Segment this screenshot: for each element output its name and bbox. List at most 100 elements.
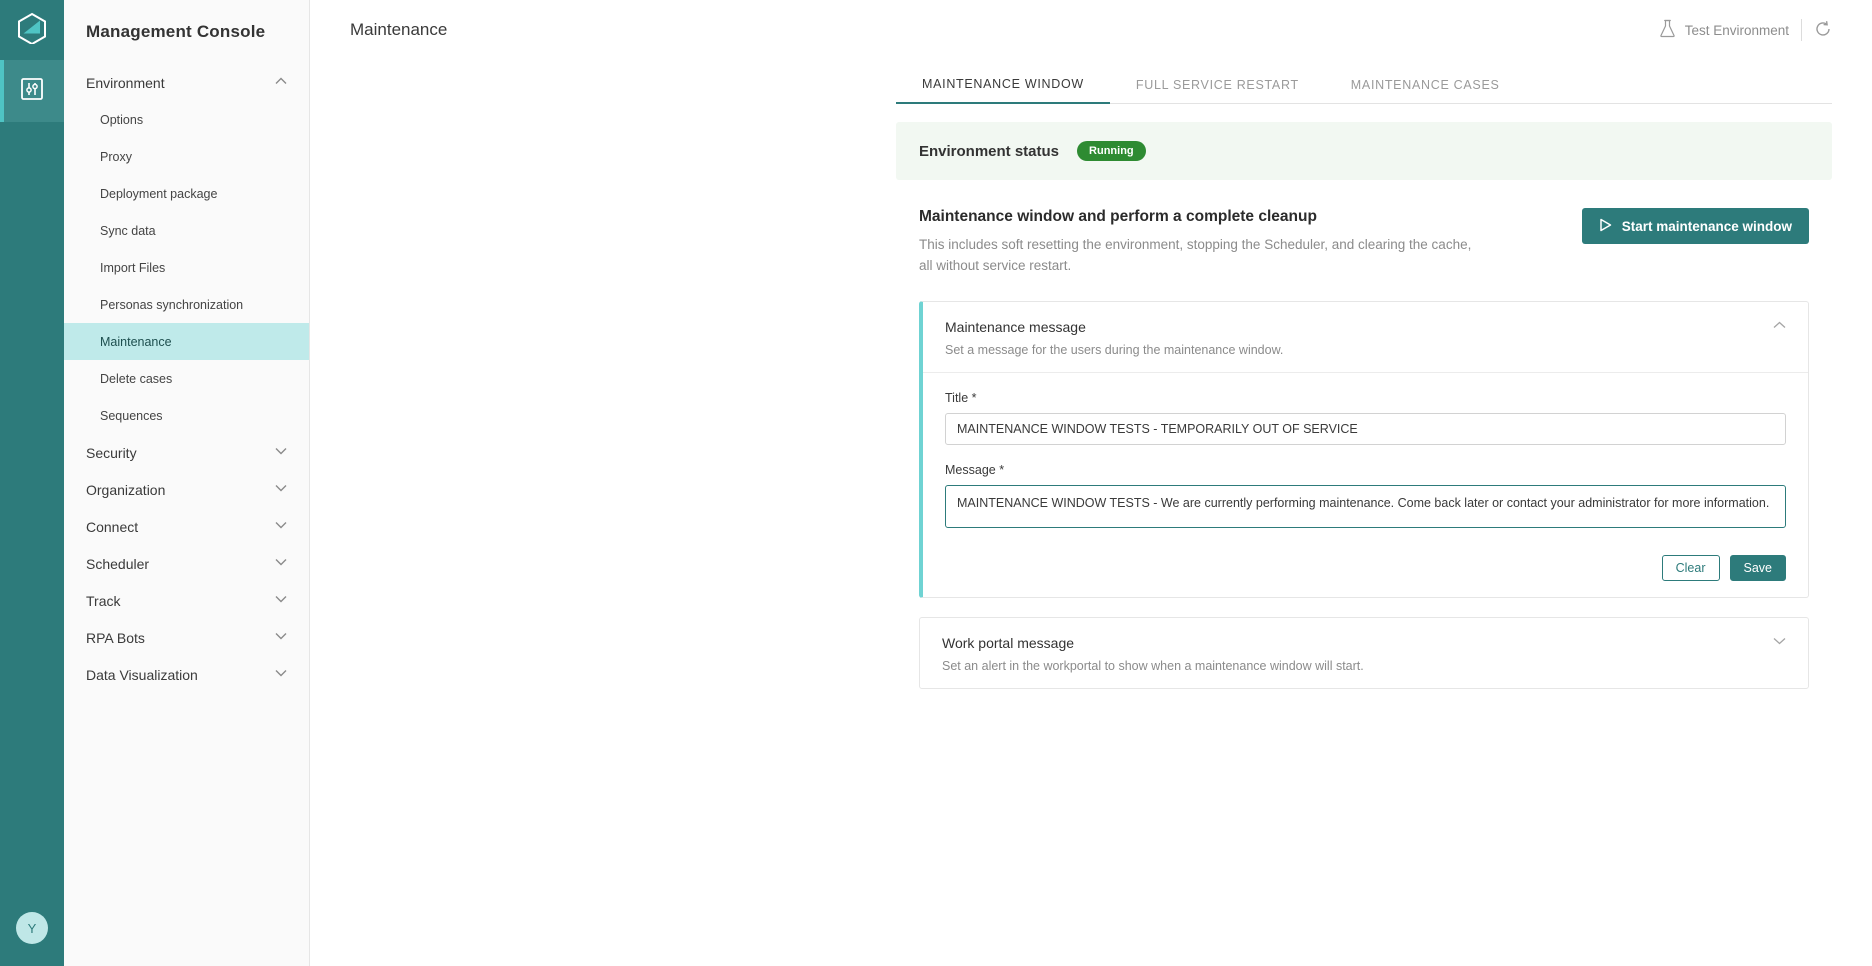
tab-maintenance-cases[interactable]: MAINTENANCE CASES — [1325, 78, 1526, 103]
chevron-down-icon — [275, 447, 287, 458]
sidebar: Management Console Environment Options P… — [64, 0, 310, 966]
tab-panel-maintenance-window: Environment status Running Maintenance w… — [896, 122, 1832, 689]
title-field-group: Title * — [945, 391, 1786, 445]
maintenance-message-form: Title * Message * Clear Save — [945, 373, 1786, 581]
main-content: Maintenance Test Environment MAINTENANCE… — [310, 0, 1872, 966]
sidebar-group-scheduler[interactable]: Scheduler — [64, 545, 309, 582]
sidebar-group-data-visualization[interactable]: Data Visualization — [64, 656, 309, 693]
sidebar-item-label: Maintenance — [100, 334, 172, 349]
refresh-button[interactable] — [1814, 20, 1832, 41]
sidebar-group-label: Data Visualization — [86, 666, 198, 683]
tab-bar: MAINTENANCE WINDOW FULL SERVICE RESTART … — [896, 66, 1832, 104]
maintenance-message-card-body: Title * Message * Clear Save — [923, 372, 1808, 597]
sidebar-item-proxy[interactable]: Proxy — [64, 138, 309, 175]
card-subtitle: Set a message for the users during the m… — [945, 343, 1284, 357]
chevron-up-icon[interactable] — [1773, 319, 1786, 331]
title-input[interactable] — [945, 413, 1786, 445]
section-description-line2: all without service restart. — [919, 258, 1072, 273]
sidebar-item-label: Sequences — [100, 408, 163, 423]
section-title: Maintenance window and perform a complet… — [919, 208, 1317, 225]
sidebar-group-label: Scheduler — [86, 555, 150, 572]
divider — [1801, 19, 1802, 41]
tab-maintenance-window[interactable]: MAINTENANCE WINDOW — [896, 77, 1110, 104]
play-icon — [1599, 218, 1612, 235]
tab-label: MAINTENANCE WINDOW — [922, 77, 1084, 91]
status-badge: Running — [1077, 141, 1146, 161]
sidebar-group-track[interactable]: Track — [64, 582, 309, 619]
maintenance-message-card-text: Maintenance message Set a message for th… — [945, 319, 1283, 357]
tab-label: FULL SERVICE RESTART — [1135, 78, 1299, 92]
sidebar-item-options[interactable]: Options — [64, 101, 309, 138]
environment-name: Test Environment — [1684, 22, 1789, 38]
work-portal-message-card: Work portal message Set an alert in the … — [919, 617, 1809, 689]
sidebar-item-label: Delete cases — [100, 371, 173, 386]
environment-status-label: Environment status — [919, 142, 1060, 160]
section-description: This includes soft resetting the environ… — [919, 234, 1471, 276]
top-bar: Maintenance Test Environment — [310, 0, 1872, 60]
start-maintenance-window-button[interactable]: Start maintenance window — [1581, 208, 1809, 244]
sidebar-item-label: Options — [100, 112, 144, 127]
environment-indicator: Test Environment — [1659, 19, 1832, 41]
sidebar-item-sequences[interactable]: Sequences — [64, 397, 309, 434]
chevron-down-icon — [275, 521, 287, 532]
sidebar-group-label: Track — [86, 592, 121, 609]
sidebar-nav: Environment Options Proxy Deployment pac… — [64, 64, 309, 693]
hexagon-logo-icon — [17, 12, 47, 49]
tab-full-service-restart[interactable]: FULL SERVICE RESTART — [1110, 78, 1325, 103]
sliders-icon — [19, 76, 45, 107]
sidebar-item-label: Proxy — [100, 149, 132, 164]
maintenance-message-card: Maintenance message Set a message for th… — [919, 301, 1809, 598]
start-button-label: Start maintenance window — [1621, 218, 1792, 234]
chevron-down-icon — [275, 669, 287, 680]
maintenance-message-actions: Clear Save — [945, 551, 1786, 581]
app-logo[interactable] — [0, 0, 64, 60]
sidebar-item-label: Sync data — [100, 223, 156, 238]
sidebar-group-security[interactable]: Security — [64, 434, 309, 471]
sidebar-group-label: Organization — [86, 481, 166, 498]
flask-icon — [1659, 19, 1676, 41]
sidebar-group-environment[interactable]: Environment — [64, 64, 309, 101]
tab-label: MAINTENANCE CASES — [1350, 78, 1500, 92]
card-subtitle: Set an alert in the workportal to show w… — [942, 659, 1364, 673]
environment-label-wrap[interactable]: Test Environment — [1659, 19, 1789, 41]
sidebar-group-organization[interactable]: Organization — [64, 471, 309, 508]
sidebar-item-delete-cases[interactable]: Delete cases — [64, 360, 309, 397]
work-portal-message-card-text: Work portal message Set an alert in the … — [942, 635, 1364, 673]
message-textarea[interactable] — [945, 485, 1786, 528]
rail-item-environment[interactable] — [0, 60, 64, 122]
chevron-down-icon — [275, 595, 287, 606]
card-title: Maintenance message — [945, 319, 1086, 335]
avatar-initial: Y — [27, 920, 37, 936]
environment-status-banner: Environment status Running — [896, 122, 1832, 180]
sidebar-item-import-files[interactable]: Import Files — [64, 249, 309, 286]
message-field-group: Message * — [945, 463, 1786, 533]
sidebar-item-label: Deployment package — [100, 186, 218, 201]
chevron-down-icon — [275, 484, 287, 495]
title-field-label: Title * — [945, 391, 977, 405]
section-text: Maintenance window and perform a complet… — [919, 208, 1471, 276]
clear-button[interactable]: Clear — [1661, 555, 1720, 581]
save-button[interactable]: Save — [1729, 555, 1786, 581]
sidebar-group-rpa-bots[interactable]: RPA Bots — [64, 619, 309, 656]
refresh-icon — [1814, 20, 1832, 41]
sidebar-group-connect[interactable]: Connect — [64, 508, 309, 545]
sidebar-item-maintenance[interactable]: Maintenance — [64, 323, 309, 360]
avatar[interactable]: Y — [16, 912, 48, 944]
maintenance-message-card-header[interactable]: Maintenance message Set a message for th… — [923, 302, 1808, 372]
sidebar-item-deployment-package[interactable]: Deployment package — [64, 175, 309, 212]
icon-rail: Y — [0, 0, 64, 966]
chevron-down-icon[interactable] — [1773, 635, 1786, 647]
sidebar-group-label: Environment — [86, 74, 165, 91]
chevron-up-icon — [275, 77, 287, 88]
sidebar-title: Management Console — [86, 22, 266, 41]
sidebar-item-label: Personas synchronization — [100, 297, 244, 312]
section-description-line1: This includes soft resetting the environ… — [919, 237, 1472, 252]
sidebar-item-label: Import Files — [100, 260, 166, 275]
sidebar-item-personas-synchronization[interactable]: Personas synchronization — [64, 286, 309, 323]
chevron-down-icon — [275, 632, 287, 643]
section-header: Maintenance window and perform a complet… — [896, 208, 1832, 276]
sidebar-item-sync-data[interactable]: Sync data — [64, 212, 309, 249]
page-title: Maintenance — [350, 20, 448, 39]
chevron-down-icon — [275, 558, 287, 569]
work-portal-message-card-header[interactable]: Work portal message Set an alert in the … — [920, 618, 1808, 688]
